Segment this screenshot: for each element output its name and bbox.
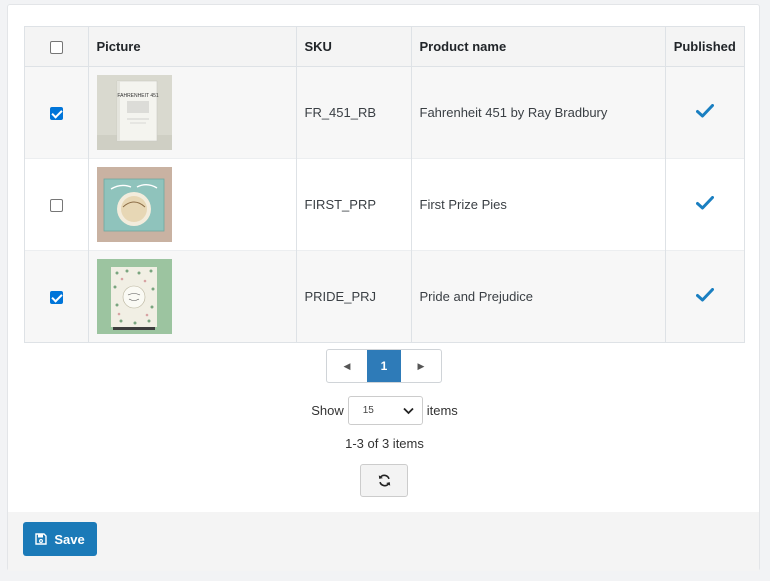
published-check-icon [695,195,714,209]
page-size-value: 15 [362,405,374,416]
table-row[interactable]: PRIDE_PRJ Pride and Prejudice [25,249,744,342]
table-row[interactable]: FIRST_PRP First Prize Pies [25,157,744,250]
products-card: Picture SKU Product name Published FAHRE… [7,4,760,571]
published-check-icon [695,287,714,302]
table-row[interactable]: FAHRENHEIT 451 FR_451_RB Fahrenheit 451 … [25,66,744,158]
form-footer: Save [8,512,759,571]
column-header-published[interactable]: Published [665,27,744,67]
published-check-icon [695,103,714,117]
column-header-sku[interactable]: SKU [296,27,412,67]
page-size-select[interactable]: 15 [347,396,423,425]
pagination: ◀ 1 ▶ [326,349,442,383]
sku-cell: PRIDE_PRJ [296,249,412,342]
page-size-row: Show 15 items [8,396,761,425]
product-name-cell: Fahrenheit 451 by Ray Bradbury [411,66,666,158]
row-checkbox[interactable] [49,290,63,304]
table-header-row: Picture SKU Product name Published [25,27,744,67]
save-button[interactable]: Save [23,522,97,556]
refresh-icon [378,474,390,487]
column-header-picture[interactable]: Picture [88,27,297,67]
book-cover-title: FAHRENHEIT 451 [117,93,159,99]
product-name-cell: First Prize Pies [411,157,666,250]
row-checkbox[interactable] [49,106,63,120]
product-name-cell: Pride and Prejudice [411,249,666,342]
row-checkbox[interactable] [49,198,63,212]
caret-left-icon: ◀ [343,360,351,371]
refresh-button[interactable] [360,464,408,497]
floppy-disk-icon [35,533,48,545]
first-prize-pies-book-image[interactable] [96,166,172,242]
items-summary: 1-3 of 3 items [345,436,424,451]
items-label: items [426,403,458,418]
fahrenheit-451-book-image[interactable]: FAHRENHEIT 451 [96,74,172,150]
page-1-button[interactable]: 1 [367,350,401,382]
next-page-button[interactable]: ▶ [401,350,441,382]
select-all-checkbox[interactable] [49,40,63,54]
column-header-product-name[interactable]: Product name [411,27,666,67]
save-label: Save [54,531,85,547]
chevron-down-icon [403,407,414,414]
previous-page-button[interactable]: ◀ [327,350,367,382]
sku-cell: FIRST_PRP [296,157,412,250]
caret-right-icon: ▶ [417,360,425,371]
pride-and-prejudice-book-image[interactable] [96,258,172,334]
select-all-cell [25,27,89,67]
show-label: Show [311,403,344,418]
sku-cell: FR_451_RB [296,66,412,158]
products-table: Picture SKU Product name Published FAHRE… [24,26,745,343]
